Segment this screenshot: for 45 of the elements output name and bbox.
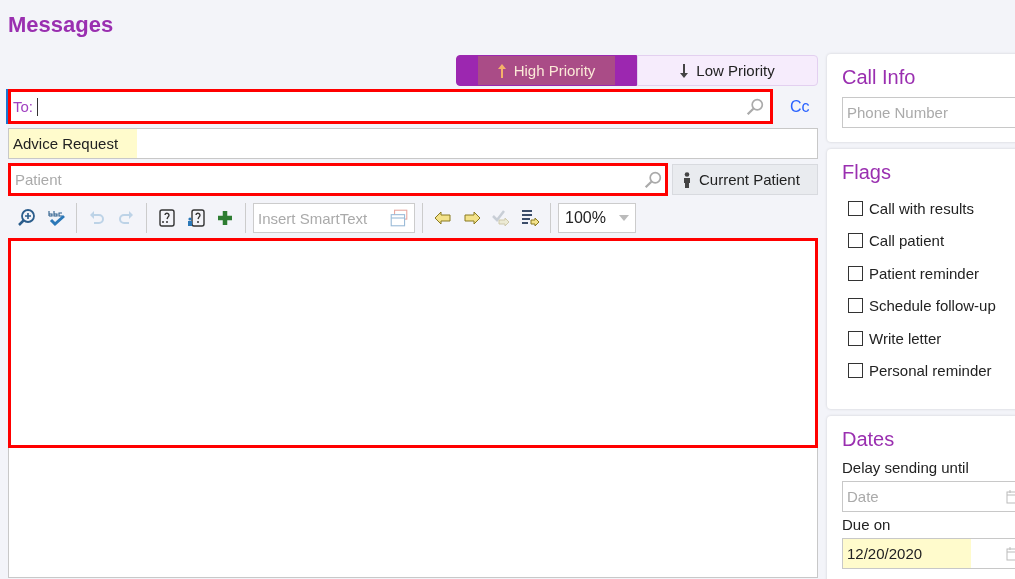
date-field[interactable]: 12/20/2020	[842, 538, 1015, 569]
question-icon	[157, 208, 177, 228]
cc-link[interactable]: Cc	[790, 97, 810, 116]
checkbox[interactable]	[848, 200, 863, 216]
checkbox-label: Call with results	[869, 199, 975, 217]
checkbox-label: Patient reminder	[869, 264, 980, 282]
zoom-in-icon	[17, 208, 37, 228]
to-field[interactable]: To:	[8, 89, 773, 124]
section-title: Flags	[842, 161, 892, 184]
patient-field[interactable]: Patient	[8, 163, 668, 196]
priority-button[interactable]: High Priority	[456, 55, 637, 86]
caret-icon	[619, 215, 629, 221]
current-patient-button[interactable]: Current Patient	[672, 164, 818, 195]
checkbox[interactable]	[848, 363, 863, 379]
checkbox[interactable]	[848, 330, 863, 346]
window-icon	[389, 208, 409, 228]
person-icon	[683, 171, 691, 188]
date-field[interactable]: Date	[842, 481, 1015, 512]
page-title: Messages	[8, 12, 115, 39]
checkbox[interactable]	[848, 298, 863, 314]
search-icon	[746, 97, 764, 116]
priority-button[interactable]: Low Priority	[637, 55, 818, 86]
spell-check-icon	[46, 208, 66, 228]
smarttext-field[interactable]: Insert SmartText	[253, 203, 415, 233]
check-arrow-icon	[491, 208, 511, 228]
checkbox-label: Schedule follow-up	[869, 297, 996, 315]
field-label: Delay sending until	[842, 459, 970, 476]
phone-number-field[interactable]: Phone Number	[842, 97, 1015, 128]
list-arrow-icon	[520, 208, 540, 228]
person-question-icon	[186, 208, 206, 228]
zoom-dropdown[interactable]: 100%	[558, 203, 636, 233]
plus-icon	[215, 208, 235, 228]
checkbox-label: Call patient	[869, 232, 945, 250]
section-title: Call Info	[842, 66, 917, 89]
up-arrow-icon	[497, 63, 506, 78]
checkbox-label: Personal reminder	[869, 362, 992, 380]
down-arrow-icon	[680, 63, 689, 78]
checkbox[interactable]	[848, 265, 863, 281]
subject-field[interactable]: Advice Request	[8, 128, 818, 159]
checkbox-label: Write letter	[869, 329, 942, 347]
field-label: Due on	[842, 516, 892, 533]
message-body[interactable]	[8, 238, 818, 578]
search-icon	[644, 170, 662, 189]
section-title: Dates	[842, 428, 896, 451]
checkbox[interactable]	[848, 233, 863, 249]
